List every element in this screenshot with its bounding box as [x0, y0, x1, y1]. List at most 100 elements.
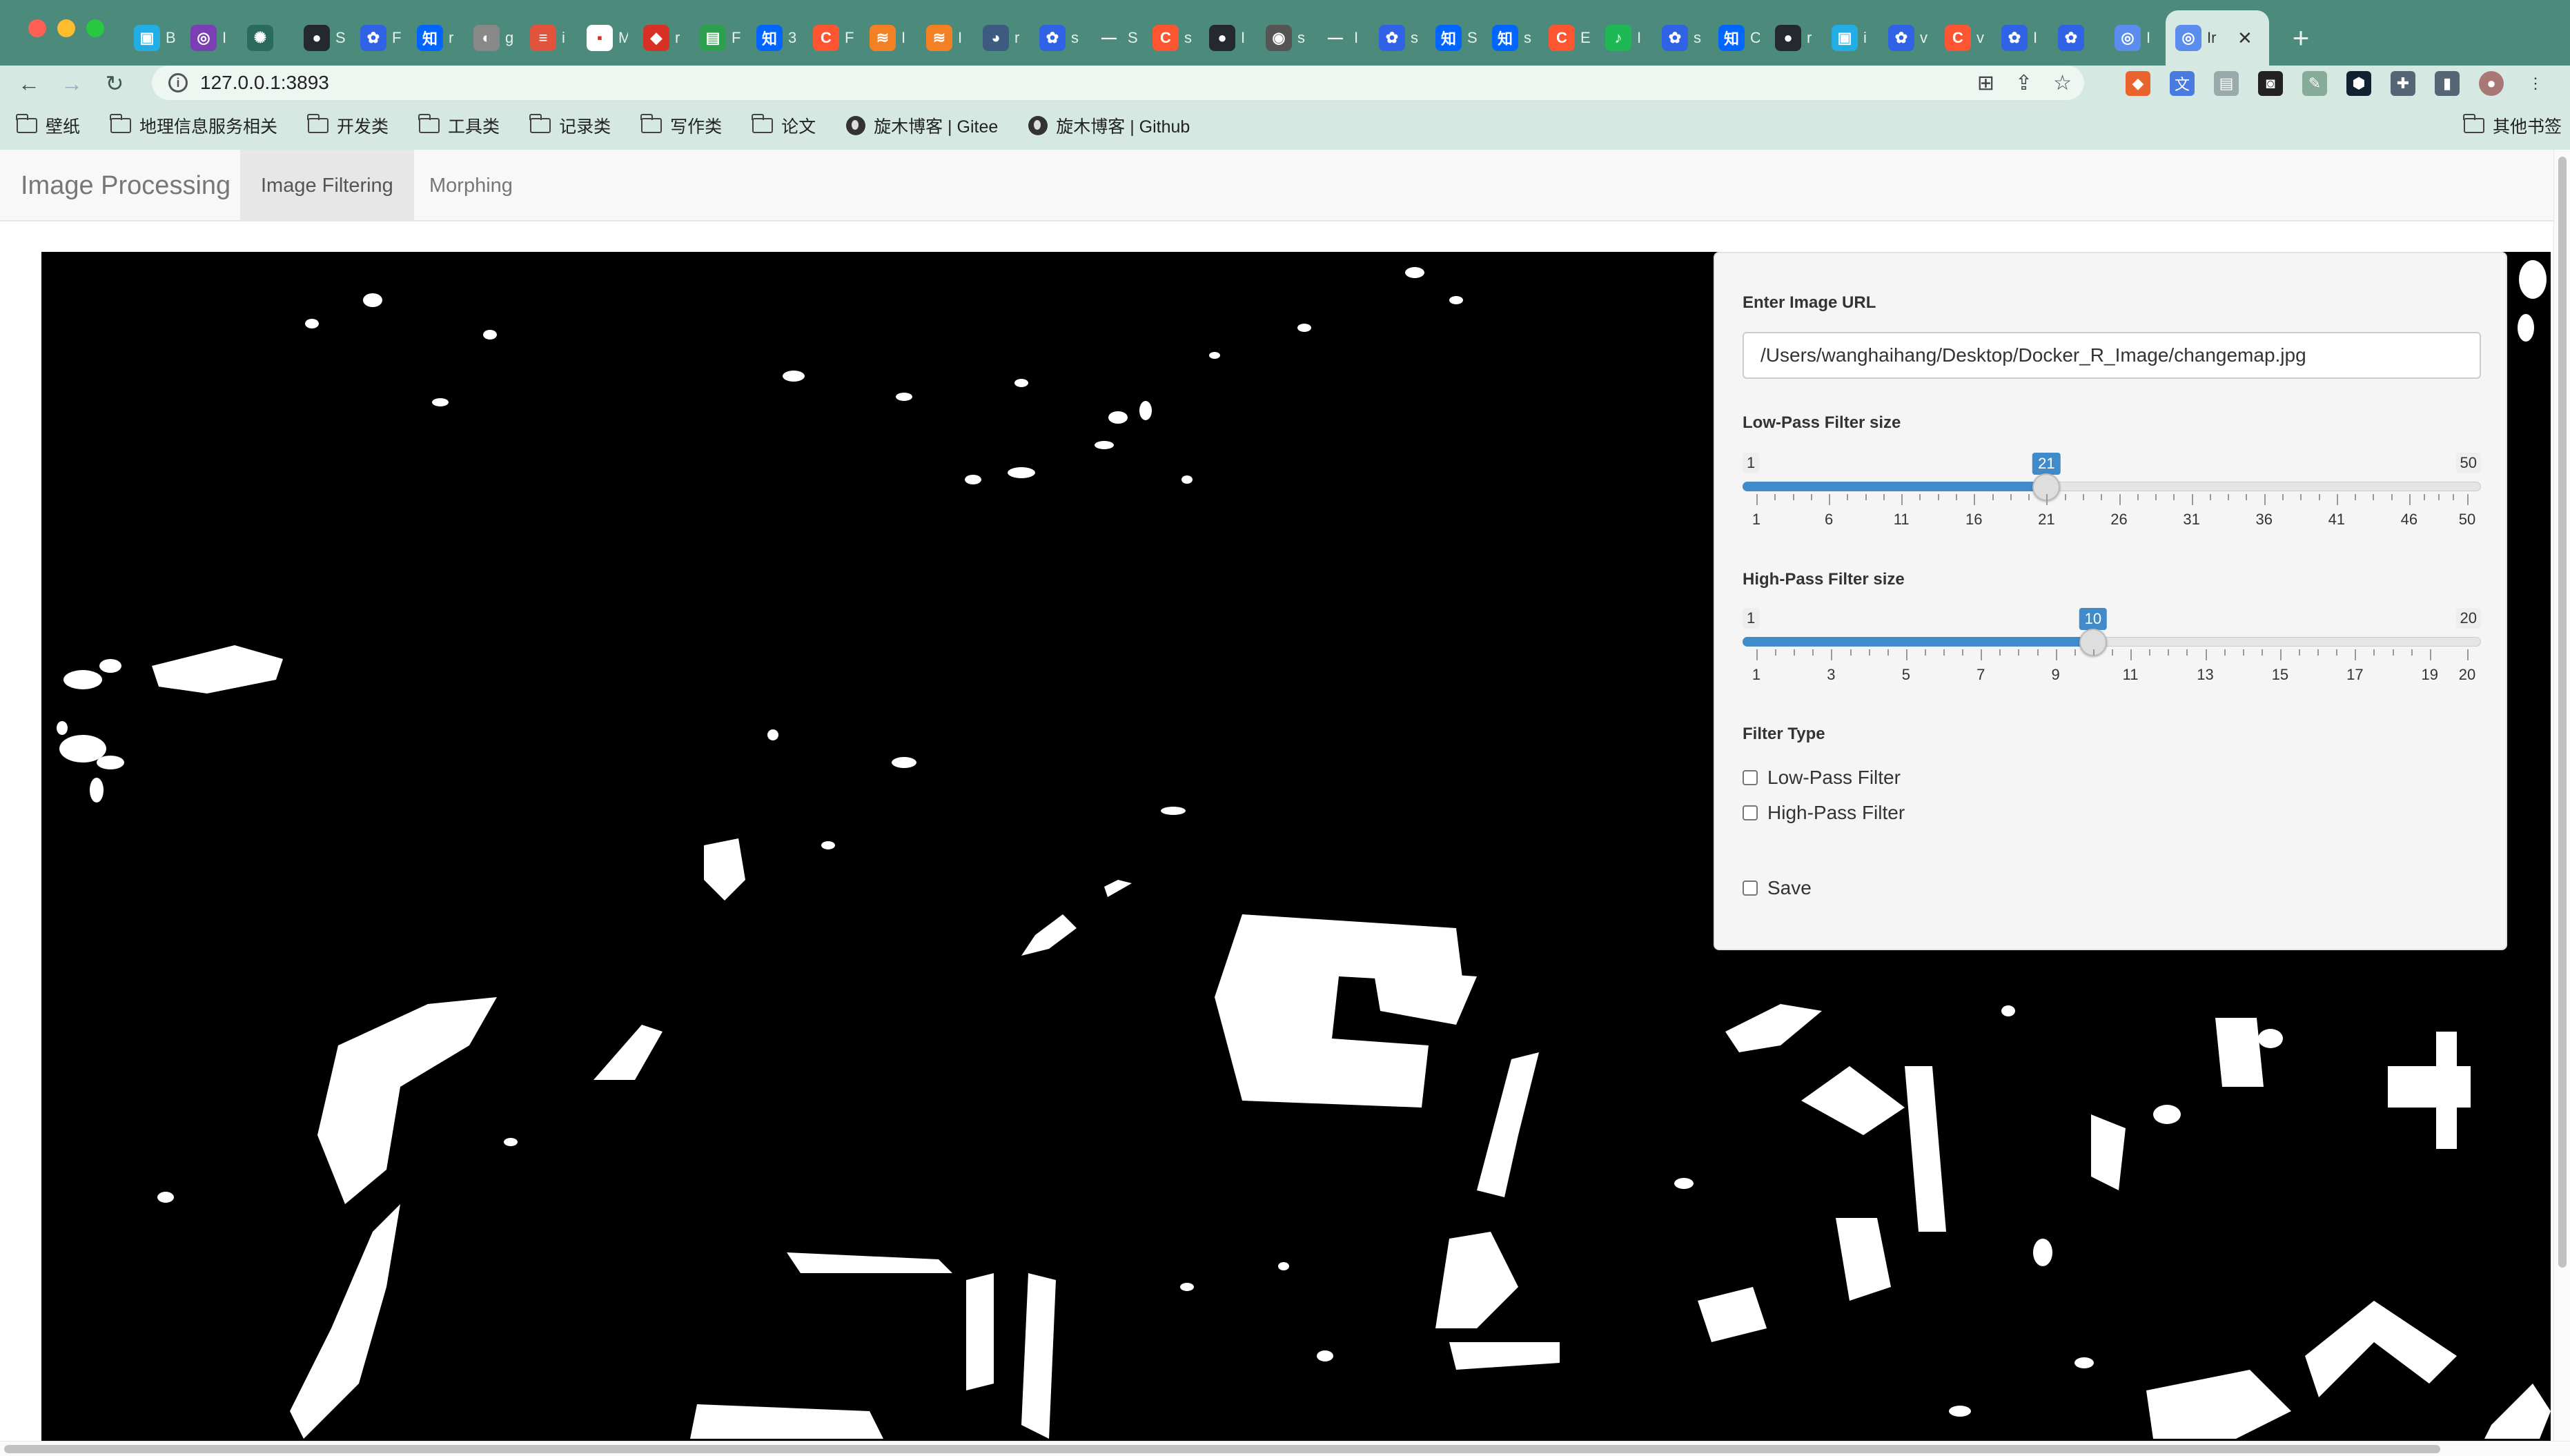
- browser-tab[interactable]: ≋ I: [860, 10, 916, 66]
- bookmark-item[interactable]: 工具类: [418, 113, 500, 138]
- browser-tab[interactable]: ≡ i: [520, 10, 577, 66]
- browser-tab[interactable]: 知3: [747, 10, 803, 66]
- sidepanel-icon[interactable]: ▮: [2435, 71, 2460, 96]
- bookmark-item[interactable]: 论文: [752, 113, 816, 138]
- window-minimize-button[interactable]: [57, 19, 75, 37]
- browser-tab[interactable]: — S: [1086, 10, 1143, 66]
- browser-tab-title: F: [845, 29, 854, 46]
- browser-tab[interactable]: ▣ B: [124, 10, 181, 66]
- other-bookmarks[interactable]: 其他书签: [2462, 101, 2562, 150]
- highpass-filter-checkbox[interactable]: [1743, 805, 1758, 820]
- slider-minor-tick: [2391, 494, 2393, 500]
- highpass-filter-option[interactable]: High-Pass Filter: [1743, 802, 1905, 824]
- extension-icon[interactable]: ◆: [2126, 71, 2150, 96]
- save-checkbox[interactable]: [1743, 881, 1758, 896]
- browser-tab[interactable]: ◆ r: [634, 10, 690, 66]
- note-extension-icon[interactable]: ✎: [2302, 71, 2327, 96]
- globe-icon: [1028, 116, 1048, 135]
- browser-tab[interactable]: CE: [1539, 10, 1596, 66]
- browser-tab[interactable]: ◎ I: [181, 10, 237, 66]
- window-close-button[interactable]: [28, 19, 46, 37]
- browser-tab[interactable]: ● I: [1199, 10, 1256, 66]
- glasses-extension-icon[interactable]: ◙: [2258, 71, 2283, 96]
- browser-tab[interactable]: ● S: [294, 10, 351, 66]
- save-option[interactable]: Save: [1743, 877, 1812, 899]
- new-tab-button[interactable]: +: [2273, 10, 2328, 66]
- browser-tab[interactable]: CF: [803, 10, 860, 66]
- browser-tab[interactable]: Cs: [1143, 10, 1199, 66]
- browser-tab[interactable]: 知C: [1709, 10, 1765, 66]
- browser-tab[interactable]: ● r: [1765, 10, 1822, 66]
- shield-extension-icon[interactable]: ⬢: [2346, 71, 2371, 96]
- slider-minor-tick: [1943, 649, 1945, 656]
- horizontal-scroll-thumb[interactable]: [4, 1445, 2440, 1453]
- browser-tab[interactable]: 知r: [407, 10, 464, 66]
- lowpass-size-slider[interactable]: 1 50 21 1 6 11 16 21 26 31 36 41 46 50: [1743, 453, 2481, 529]
- address-bar[interactable]: i 127.0.0.1:3893 ⊞ ⇪ ☆: [152, 66, 2084, 100]
- translate-icon[interactable]: ⊞: [1977, 71, 1994, 95]
- profile-avatar[interactable]: ●: [2479, 71, 2504, 96]
- bookmark-item[interactable]: 旋木博客 | Gitee: [846, 113, 998, 138]
- browser-tab[interactable]: ◉ s: [1256, 10, 1313, 66]
- lowpass-filter-option[interactable]: Low-Pass Filter: [1743, 767, 1901, 789]
- browser-tab[interactable]: ▪ M: [577, 10, 634, 66]
- horizontal-scrollbar[interactable]: [0, 1441, 2570, 1456]
- chrome-menu-icon[interactable]: ⋮: [2523, 71, 2548, 96]
- bookmark-star-icon[interactable]: ☆: [2053, 71, 2072, 95]
- browser-tab[interactable]: ♪ I: [1596, 10, 1652, 66]
- browser-tab[interactable]: ✿ I: [1992, 10, 2048, 66]
- tab-morphing[interactable]: Morphing: [409, 150, 533, 222]
- bookmark-item[interactable]: 记录类: [529, 113, 611, 138]
- bookmark-item[interactable]: 地理信息服务相关: [110, 113, 277, 138]
- tab-image-filtering[interactable]: Image Filtering: [240, 150, 414, 222]
- browser-tab[interactable]: 知S: [1426, 10, 1482, 66]
- browser-tab[interactable]: 知s: [1482, 10, 1539, 66]
- browser-tab[interactable]: ✿ s: [1369, 10, 1426, 66]
- browser-tab[interactable]: ✿ F: [351, 10, 407, 66]
- browser-tab[interactable]: ≋ I: [916, 10, 973, 66]
- slider-minor-tick: [2228, 494, 2230, 500]
- image-url-input[interactable]: [1743, 332, 2481, 379]
- browser-tab-title: I: [1637, 29, 1642, 46]
- browser-tab[interactable]: ✺: [237, 10, 294, 66]
- document-extension-icon[interactable]: ▤: [2214, 71, 2239, 96]
- close-tab-icon[interactable]: ✕: [2237, 28, 2253, 49]
- slider-minor-tick: [2242, 649, 2244, 656]
- browser-tab[interactable]: ✿ s: [1652, 10, 1709, 66]
- browser-tab[interactable]: ◕ r: [973, 10, 1030, 66]
- back-button[interactable]: ←: [12, 71, 46, 97]
- puzzle-extensions-icon[interactable]: ✚: [2391, 71, 2415, 96]
- slider-tick-label: 9: [2051, 666, 2060, 683]
- slider-minor-tick: [2373, 649, 2375, 656]
- vertical-scrollbar[interactable]: [2553, 150, 2570, 1441]
- bookmark-item[interactable]: 旋木博客 | Github: [1028, 113, 1190, 138]
- browser-tab[interactable]: ▣ i: [1822, 10, 1879, 66]
- slider-minor-tick: [1999, 649, 2001, 656]
- share-icon[interactable]: ⇪: [2015, 71, 2032, 95]
- browser-tab[interactable]: ✿: [2048, 10, 2105, 66]
- lowpass-filter-checkbox[interactable]: [1743, 770, 1758, 785]
- bookmark-label: 写作类: [670, 117, 723, 137]
- browser-tab[interactable]: — I: [1313, 10, 1369, 66]
- browser-tab[interactable]: ◐ g: [464, 10, 520, 66]
- browser-tab[interactable]: Cv: [1935, 10, 1992, 66]
- forward-button[interactable]: →: [55, 71, 88, 97]
- slider-major-tick: [1974, 494, 1976, 505]
- browser-tab[interactable]: ✿ s: [1030, 10, 1086, 66]
- highpass-size-slider[interactable]: 1 20 10 1 3 5 7 9 11 13 15 17 19 20: [1743, 608, 2481, 684]
- site-info-icon[interactable]: i: [168, 73, 188, 92]
- reload-button[interactable]: ↻: [98, 70, 131, 97]
- browser-tab[interactable]: ▤ F: [690, 10, 747, 66]
- translate-extension-icon[interactable]: 文: [2170, 71, 2195, 96]
- browser-tab[interactable]: ◎ I: [2105, 10, 2161, 66]
- bookmark-label: 旋木博客 | Gitee: [874, 117, 999, 137]
- bookmark-item[interactable]: 写作类: [640, 113, 723, 138]
- window-maximize-button[interactable]: [86, 19, 104, 37]
- app-brand[interactable]: Image Processing: [21, 150, 230, 222]
- vertical-scroll-thumb[interactable]: [2558, 157, 2567, 1268]
- browser-tab[interactable]: ✿ v: [1879, 10, 1935, 66]
- browser-tab-active[interactable]: ◎ Ir ✕: [2166, 10, 2269, 66]
- zhihu-icon: 知: [756, 25, 783, 51]
- bookmark-item[interactable]: 壁纸: [16, 113, 80, 138]
- bookmark-item[interactable]: 开发类: [307, 113, 389, 138]
